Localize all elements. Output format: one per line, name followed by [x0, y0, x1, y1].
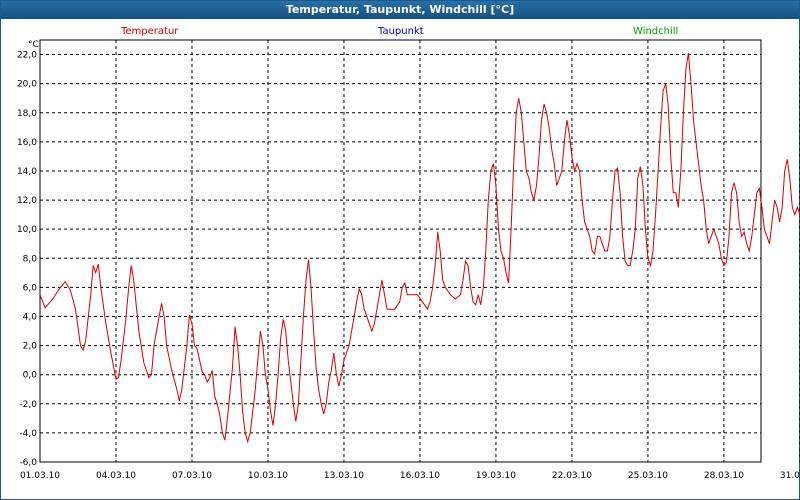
y-tick-label: 0,0 — [23, 371, 38, 381]
y-tick-label: 14,0 — [17, 167, 37, 177]
y-tick-label: 12,0 — [17, 196, 37, 206]
x-tick-label: 31.03.10 — [780, 471, 800, 481]
y-tick-label: 18,0 — [17, 109, 37, 119]
y-tick-label: 20,0 — [17, 80, 37, 90]
plot-area: °C 22,0 20,0 18,0 16,0 14,0 12,0 10,0 8,0 6,0 4,0… — [17, 39, 800, 481]
y-axis-ticks: 22,0 20,0 18,0 16,0 14,0 12,0 10,0 8,0 6,0 4,0 2,0… — [17, 51, 37, 468]
x-tick-label: 13.03.10 — [324, 471, 364, 481]
y-tick-label: -6,0 — [19, 458, 37, 468]
y-tick-label: 16,0 — [17, 138, 37, 148]
y-tick-label: -2,0 — [19, 400, 37, 410]
y-tick-label: 6,0 — [23, 283, 38, 293]
x-tick-label: 25.03.10 — [628, 471, 668, 481]
y-tick-label: 2,0 — [23, 342, 38, 352]
y-tick-label: 22,0 — [17, 51, 37, 61]
x-axis-ticks: 01.03.10 04.03.10 07.03.10 10.03.10 13.03.10… — [20, 471, 800, 481]
x-tick-label: 22.03.10 — [552, 471, 592, 481]
x-tick-label: 07.03.10 — [172, 471, 212, 481]
y-tick-label: 10,0 — [17, 225, 37, 235]
y-tick-label: 8,0 — [23, 254, 38, 264]
grid-lines — [40, 40, 800, 462]
y-unit-label: °C — [28, 40, 39, 50]
y-tick-label: 4,0 — [23, 312, 38, 322]
x-tick-label: 16.03.10 — [400, 471, 440, 481]
x-tick-label: 04.03.10 — [96, 471, 136, 481]
y-tick-label: -4,0 — [19, 429, 37, 439]
x-tick-label: 28.03.10 — [704, 471, 744, 481]
x-tick-label: 01.03.10 — [20, 471, 60, 481]
x-tick-label: 19.03.10 — [476, 471, 516, 481]
x-tick-label: 10.03.10 — [248, 471, 288, 481]
